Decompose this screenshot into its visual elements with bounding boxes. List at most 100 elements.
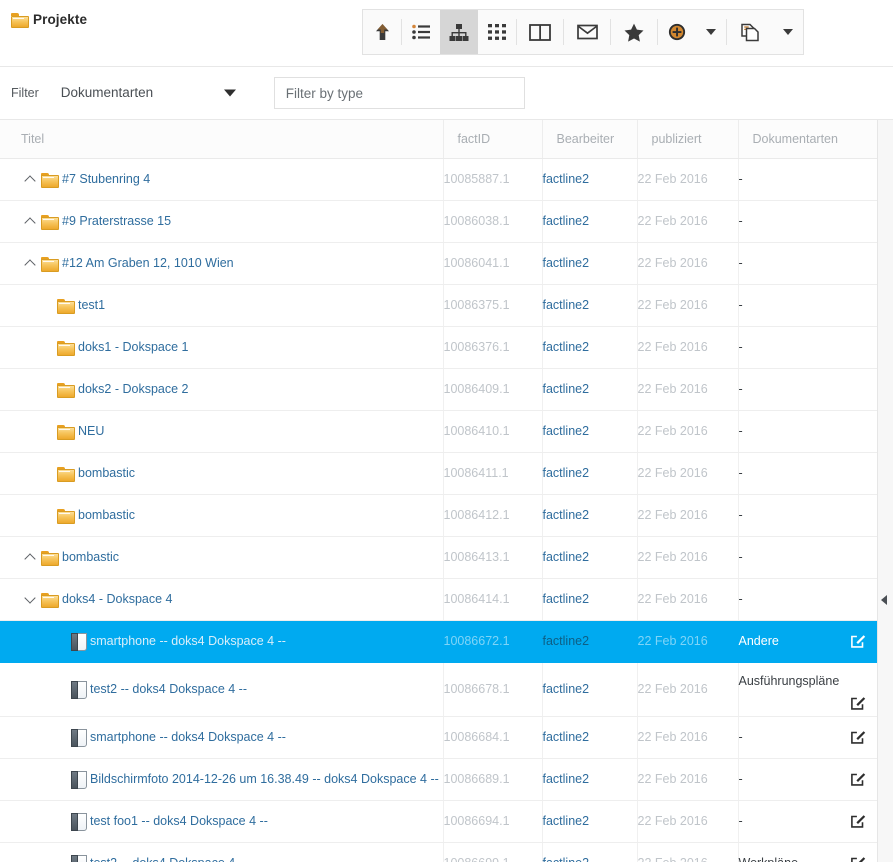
cell-bearbeiter[interactable]: factline2 <box>542 758 637 800</box>
cell-bearbeiter[interactable]: factline2 <box>542 578 637 620</box>
table-row[interactable]: smartphone -- doks4 Dokspace 4 -- 1008667… <box>0 620 877 662</box>
cell-factid: 10086672.1 <box>443 620 542 662</box>
cell-bearbeiter[interactable]: factline2 <box>542 842 637 862</box>
cell-bearbeiter[interactable]: factline2 <box>542 620 637 662</box>
tree-toggle-slot[interactable] <box>19 260 41 267</box>
chevron-up-icon[interactable] <box>25 554 36 561</box>
filter-type-select[interactable]: Dokumentarten <box>61 78 246 108</box>
row-title-link[interactable]: test1 <box>78 298 105 312</box>
dokumentarten-value: - <box>739 340 743 354</box>
table-row[interactable]: test foo1 -- doks4 Dokspace 4 --10086694… <box>0 800 877 842</box>
upload-button[interactable] <box>363 10 401 54</box>
edit-icon[interactable] <box>851 730 866 744</box>
table-row[interactable]: test2 -- doks4 Dokspace 4 --10086678.1fa… <box>0 662 877 716</box>
row-title-link[interactable]: smartphone -- doks4 Dokspace 4 -- <box>90 634 286 648</box>
table-row[interactable]: doks2 - Dokspace 210086409.1factline222 … <box>0 368 877 410</box>
table-row[interactable]: doks4 - Dokspace 410086414.1factline222 … <box>0 578 877 620</box>
edit-icon[interactable] <box>851 634 866 648</box>
cell-publiziert: 22 Feb 2016 <box>637 494 738 536</box>
column-header-bearbeiter[interactable]: Bearbeiter <box>542 120 637 158</box>
tree-toggle-slot[interactable] <box>19 218 41 225</box>
cell-bearbeiter[interactable]: factline2 <box>542 326 637 368</box>
row-title-link[interactable]: doks2 - Dokspace 2 <box>78 382 188 396</box>
split-view-button[interactable] <box>517 10 563 54</box>
column-header-factid[interactable]: factID <box>443 120 542 158</box>
cell-bearbeiter[interactable]: factline2 <box>542 368 637 410</box>
chevron-down-icon[interactable] <box>25 596 36 603</box>
table-row[interactable]: test110086375.1factline222 Feb 2016- <box>0 284 877 326</box>
dokumentarten-value: Werkpläne <box>739 856 799 862</box>
dokumentarten-value: - <box>739 214 743 228</box>
column-header-publiziert[interactable]: publiziert <box>637 120 738 158</box>
row-title-link[interactable]: test2 -- doks4 Dokspace 4 -- <box>90 682 247 696</box>
row-title-link[interactable]: doks1 - Dokspace 1 <box>78 340 188 354</box>
chevron-up-icon[interactable] <box>25 218 36 225</box>
cell-bearbeiter[interactable]: factline2 <box>542 242 637 284</box>
filter-by-type-input[interactable] <box>274 77 525 109</box>
favorites-button[interactable] <box>611 10 657 54</box>
add-dropdown[interactable] <box>696 10 726 54</box>
table-row[interactable]: bombastic10086413.1factline222 Feb 2016- <box>0 536 877 578</box>
column-header-dokumentarten[interactable]: Dokumentarten <box>738 120 877 158</box>
table-row[interactable]: #7 Stubenring 410085887.1factline222 Feb… <box>0 158 877 200</box>
tree-toggle-slot[interactable] <box>19 554 41 561</box>
tree-toggle-slot[interactable] <box>19 596 41 603</box>
add-button[interactable] <box>658 10 696 54</box>
table-row[interactable]: NEU10086410.1factline222 Feb 2016- <box>0 410 877 452</box>
tree-toggle-slot[interactable] <box>19 176 41 183</box>
table-row[interactable]: #12 Am Graben 12, 1010 Wien10086041.1fac… <box>0 242 877 284</box>
row-title-link[interactable]: smartphone -- doks4 Dokspace 4 -- <box>90 730 286 744</box>
dokumentarten-value: - <box>739 466 743 480</box>
cell-publiziert: 22 Feb 2016 <box>637 200 738 242</box>
list-view-button[interactable] <box>402 10 440 54</box>
table-row[interactable]: #9 Praterstrasse 1510086038.1factline222… <box>0 200 877 242</box>
cell-bearbeiter[interactable]: factline2 <box>542 452 637 494</box>
dokumentarten-value: - <box>739 382 743 396</box>
row-title-link[interactable]: bombastic <box>62 550 119 564</box>
copy-dropdown[interactable] <box>773 10 803 54</box>
table-row[interactable]: doks1 - Dokspace 110086376.1factline222 … <box>0 326 877 368</box>
row-title-link[interactable]: #9 Praterstrasse 15 <box>62 214 171 228</box>
row-title-link[interactable]: Bildschirmfoto 2014-12-26 um 16.38.49 --… <box>90 772 439 786</box>
cell-bearbeiter[interactable]: factline2 <box>542 716 637 758</box>
chevron-up-icon[interactable] <box>25 176 36 183</box>
cell-dokumentarten: - <box>738 368 877 410</box>
cell-bearbeiter[interactable]: factline2 <box>542 536 637 578</box>
cell-bearbeiter[interactable]: factline2 <box>542 284 637 326</box>
column-header-titel[interactable]: Titel <box>0 120 443 158</box>
cell-bearbeiter[interactable]: factline2 <box>542 200 637 242</box>
grid-view-button[interactable] <box>478 10 516 54</box>
edit-icon[interactable] <box>851 696 866 710</box>
row-title-link[interactable]: #7 Stubenring 4 <box>62 172 150 186</box>
edit-icon[interactable] <box>851 856 866 862</box>
cell-factid: 10086411.1 <box>443 452 542 494</box>
cell-bearbeiter[interactable]: factline2 <box>542 410 637 452</box>
panel-collapse-handle-icon[interactable] <box>881 595 887 605</box>
edit-icon[interactable] <box>851 772 866 786</box>
cell-factid: 10086412.1 <box>443 494 542 536</box>
table-row[interactable]: Bildschirmfoto 2014-12-26 um 16.38.49 --… <box>0 758 877 800</box>
table-row[interactable]: bombastic10086411.1factline222 Feb 2016- <box>0 452 877 494</box>
mail-button[interactable] <box>564 10 610 54</box>
chevron-up-icon[interactable] <box>25 260 36 267</box>
cell-bearbeiter[interactable]: factline2 <box>542 800 637 842</box>
cell-bearbeiter[interactable]: factline2 <box>542 158 637 200</box>
row-title-link[interactable]: #12 Am Graben 12, 1010 Wien <box>62 256 234 270</box>
row-title-link[interactable]: bombastic <box>78 508 135 522</box>
cell-bearbeiter[interactable]: factline2 <box>542 494 637 536</box>
row-title-link[interactable]: bombastic <box>78 466 135 480</box>
cell-dokumentarten: - <box>738 494 877 536</box>
dokumentarten-value: - <box>739 298 743 312</box>
row-title-link[interactable]: doks4 - Dokspace 4 <box>62 592 172 606</box>
row-title-link[interactable]: test foo1 -- doks4 Dokspace 4 -- <box>90 814 268 828</box>
table-row[interactable]: bombastic 10086412.1factline222 Feb 2016- <box>0 494 877 536</box>
row-title-link[interactable]: test2 -- doks4 Dokspace 4 -- <box>90 856 247 862</box>
table-row[interactable]: test2 -- doks4 Dokspace 4 --10086699.1fa… <box>0 842 877 862</box>
cell-bearbeiter[interactable]: factline2 <box>542 662 637 716</box>
edit-icon[interactable] <box>851 814 866 828</box>
tree-view-button[interactable] <box>440 10 478 54</box>
table-row[interactable]: smartphone -- doks4 Dokspace 4 --1008668… <box>0 716 877 758</box>
cell-titel: smartphone -- doks4 Dokspace 4 -- <box>0 620 443 662</box>
row-title-link[interactable]: NEU <box>78 424 104 438</box>
copy-button[interactable] <box>727 10 773 54</box>
